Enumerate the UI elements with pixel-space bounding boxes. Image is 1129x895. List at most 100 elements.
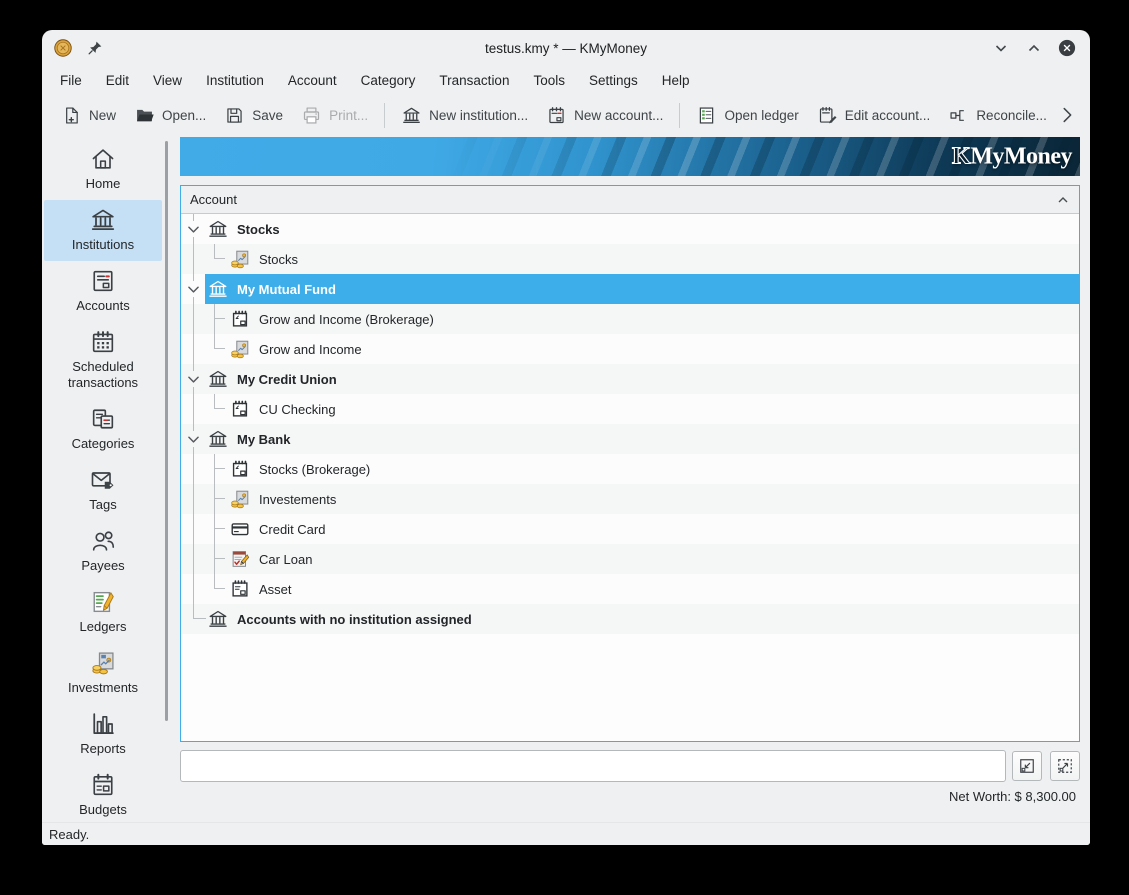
tree-row-gutter bbox=[181, 484, 227, 514]
tree-row-body[interactable]: CU Checking bbox=[227, 394, 1079, 424]
tree-row-body[interactable]: Stocks bbox=[227, 244, 1079, 274]
tree-row-label: Car Loan bbox=[259, 552, 312, 567]
menu-item-view[interactable]: View bbox=[141, 69, 194, 92]
tree-row-body[interactable]: My Mutual Fund bbox=[205, 274, 1079, 304]
tree-row-body[interactable]: Accounts with no institution assigned bbox=[205, 604, 1079, 634]
close-button[interactable] bbox=[1058, 39, 1076, 57]
new-account-button[interactable]: New account... bbox=[537, 100, 672, 131]
sidebar-item-payees[interactable]: Payees bbox=[44, 521, 162, 582]
menu-item-edit[interactable]: Edit bbox=[94, 69, 141, 92]
tree-row-gutter bbox=[181, 394, 227, 424]
sidebar-item-reports[interactable]: Reports bbox=[44, 704, 162, 765]
tree-row-my-mutual-fund[interactable]: My Mutual Fund bbox=[181, 274, 1079, 304]
tags-icon bbox=[88, 466, 118, 494]
sidebar-item-home[interactable]: Home bbox=[44, 139, 162, 200]
branch-collapse-arrow-icon[interactable] bbox=[185, 371, 202, 387]
tree-row-my-credit-union[interactable]: My Credit Union bbox=[181, 364, 1079, 394]
sidebar-item-accounts[interactable]: Accounts bbox=[44, 261, 162, 322]
open-button[interactable]: Open... bbox=[125, 100, 215, 131]
tree-row-grow-and-income[interactable]: Grow and Income bbox=[181, 334, 1079, 364]
branch-collapse-arrow-icon[interactable] bbox=[185, 281, 202, 297]
tree-header-label: Account bbox=[190, 192, 237, 207]
edit-account-button[interactable]: Edit account... bbox=[808, 100, 940, 131]
app-coin-icon bbox=[52, 37, 74, 59]
menu-item-transaction[interactable]: Transaction bbox=[427, 69, 521, 92]
sidebar-item-label: Tags bbox=[89, 497, 116, 513]
sidebar-item-label: Categories bbox=[72, 436, 135, 452]
branch-collapse-arrow-icon[interactable] bbox=[185, 431, 202, 447]
kmymoney-window: testus.kmy * — KMyMoney FileEditViewInst… bbox=[42, 30, 1090, 845]
branch-collapse-arrow-icon[interactable] bbox=[185, 221, 202, 237]
checking-account-icon bbox=[229, 458, 251, 480]
sidebar-item-label: Investments bbox=[68, 680, 138, 696]
sidebar-item-budgets[interactable]: Budgets bbox=[44, 765, 162, 822]
toolbar-overflow-chevron-right-icon[interactable] bbox=[1056, 104, 1078, 126]
expand-all-button[interactable] bbox=[1050, 751, 1080, 781]
tree-row-cu-checking[interactable]: CU Checking bbox=[181, 394, 1079, 424]
institutions-tree-panel: Account StocksStocks My Mutual Fund Grow … bbox=[180, 185, 1080, 742]
sidebar-item-categories[interactable]: Categories bbox=[44, 399, 162, 460]
new-institution-button[interactable]: New institution... bbox=[392, 100, 537, 131]
toolbar-button-label: New bbox=[89, 108, 116, 123]
collapse-all-button[interactable] bbox=[1012, 751, 1042, 781]
tree-root-branch-line bbox=[193, 214, 194, 619]
open-folder-icon bbox=[134, 105, 155, 126]
tree-row-label: CU Checking bbox=[259, 402, 336, 417]
tree-row-credit-card[interactable]: Credit Card bbox=[181, 514, 1079, 544]
maximize-button[interactable] bbox=[1025, 39, 1043, 57]
tree-row-my-bank[interactable]: My Bank bbox=[181, 424, 1079, 454]
new-button[interactable]: New bbox=[52, 100, 125, 131]
tree-row-label: Grow and Income bbox=[259, 342, 362, 357]
menu-item-file[interactable]: File bbox=[48, 69, 94, 92]
sidebar-item-investments[interactable]: Investments bbox=[44, 643, 162, 704]
tree-row-body[interactable]: My Bank bbox=[205, 424, 1079, 454]
tree-row-car-loan[interactable]: Car Loan bbox=[181, 544, 1079, 574]
sidebar-item-scheduled-transactions[interactable]: Scheduled transactions bbox=[44, 322, 162, 399]
menu-item-account[interactable]: Account bbox=[276, 69, 349, 92]
tree-row-body[interactable]: Stocks bbox=[205, 214, 1079, 244]
menu-item-settings[interactable]: Settings bbox=[577, 69, 650, 92]
tree-row-body[interactable]: Asset bbox=[227, 574, 1079, 604]
pin-icon[interactable] bbox=[86, 39, 104, 57]
tree-row-stocks[interactable]: Stocks bbox=[181, 244, 1079, 274]
sort-ascending-icon bbox=[1056, 193, 1070, 207]
filter-input[interactable] bbox=[180, 750, 1006, 782]
sidebar-item-label: Home bbox=[86, 176, 121, 192]
tree-row-body[interactable]: Grow and Income (Brokerage) bbox=[227, 304, 1079, 334]
reconcile-button[interactable]: Reconcile... bbox=[939, 100, 1056, 131]
print-button[interactable]: Print... bbox=[292, 100, 377, 131]
menu-item-help[interactable]: Help bbox=[650, 69, 702, 92]
sidebar-item-institutions[interactable]: Institutions bbox=[44, 200, 162, 261]
tree-row-body[interactable]: Stocks (Brokerage) bbox=[227, 454, 1079, 484]
tree-column-header[interactable]: Account bbox=[181, 186, 1079, 214]
sidebar: Home InstitutionsAccountsScheduled trans… bbox=[42, 135, 170, 822]
sidebar-item-tags[interactable]: Tags bbox=[44, 460, 162, 521]
tree-row-stocks[interactable]: Stocks bbox=[181, 214, 1079, 244]
bank-icon bbox=[207, 278, 229, 300]
toolbar: New Open...SavePrint... New institution..… bbox=[42, 95, 1090, 135]
reports-icon bbox=[88, 710, 118, 738]
sidebar-item-label: Ledgers bbox=[80, 619, 127, 635]
tree-row-body[interactable]: My Credit Union bbox=[205, 364, 1079, 394]
menu-item-tools[interactable]: Tools bbox=[521, 69, 577, 92]
tree-row-body[interactable]: Investements bbox=[227, 484, 1079, 514]
minimize-button[interactable] bbox=[992, 39, 1010, 57]
save-button[interactable]: Save bbox=[215, 100, 292, 131]
tree-row-stocks-brokerage[interactable]: Stocks (Brokerage) bbox=[181, 454, 1079, 484]
tree-row-asset[interactable]: Asset bbox=[181, 574, 1079, 604]
menu-item-institution[interactable]: Institution bbox=[194, 69, 276, 92]
open-ledger-icon bbox=[696, 105, 717, 126]
sidebar-item-ledgers[interactable]: Ledgers bbox=[44, 582, 162, 643]
tree-row-investements[interactable]: Investements bbox=[181, 484, 1079, 514]
tree-row-accounts-with-no-institution-assigned[interactable]: Accounts with no institution assigned bbox=[181, 604, 1079, 634]
menu-item-category[interactable]: Category bbox=[349, 69, 428, 92]
main-area: KMyMoney Account StocksStocks My Mutual … bbox=[170, 135, 1090, 822]
tree-row-grow-and-income-brokerage[interactable]: Grow and Income (Brokerage) bbox=[181, 304, 1079, 334]
tree-row-label: Grow and Income (Brokerage) bbox=[259, 312, 434, 327]
open-ledger-button[interactable]: Open ledger bbox=[687, 100, 807, 131]
tree-row-body[interactable]: Credit Card bbox=[227, 514, 1079, 544]
tree-row-body[interactable]: Car Loan bbox=[227, 544, 1079, 574]
sidebar-scrollbar[interactable] bbox=[165, 141, 168, 721]
tree-row-body[interactable]: Grow and Income bbox=[227, 334, 1079, 364]
toolbar-button-label: Open ledger bbox=[724, 108, 798, 123]
